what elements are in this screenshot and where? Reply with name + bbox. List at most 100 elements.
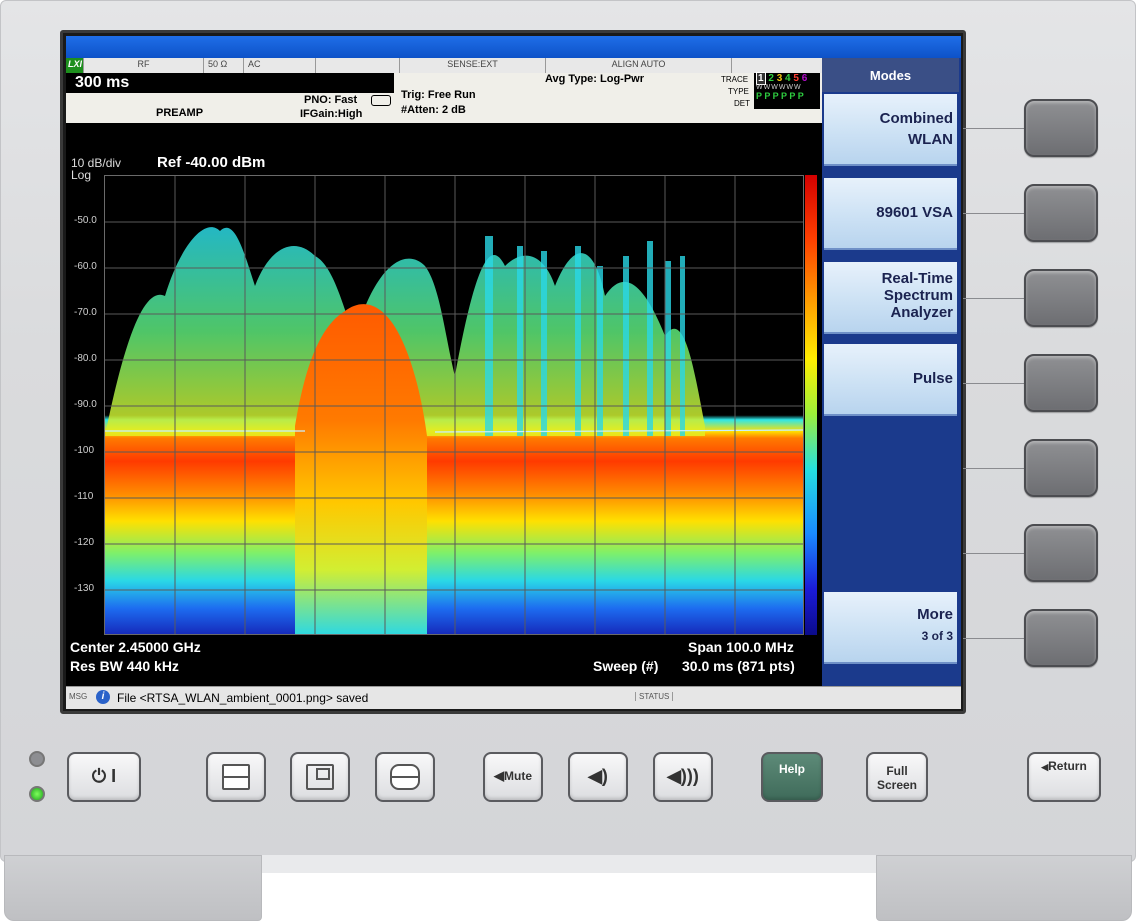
side-softkey-2[interactable] xyxy=(1024,184,1098,242)
speaker-mute-icon: ◀ xyxy=(494,768,504,783)
instrument-base xyxy=(262,855,876,873)
reference-level[interactable]: Ref -40.00 dBm xyxy=(157,154,265,171)
softkey-label: Spectrum xyxy=(883,287,953,304)
window-title-bar xyxy=(66,36,961,58)
softkey-label: Combined xyxy=(879,110,953,127)
softkey-connector xyxy=(963,553,1024,554)
y-tick: -120 xyxy=(74,537,95,548)
softkey-connector xyxy=(963,468,1024,469)
trace-label: TRACE xyxy=(721,75,749,84)
split-window-icon xyxy=(222,764,250,790)
resolution-bandwidth[interactable]: Res BW 440 kHz xyxy=(70,658,179,674)
power-icon: ⏻ I xyxy=(91,766,117,786)
softkey-realtime-spectrum-analyzer[interactable]: Real-Time Spectrum Analyzer xyxy=(824,262,957,334)
full-screen-button[interactable]: Full Screen xyxy=(866,752,928,802)
preamp-label: PREAMP xyxy=(156,107,204,119)
trace-3[interactable]: 3 xyxy=(777,73,783,84)
msg-label: MSG xyxy=(69,692,88,701)
softkey-menu: Modes Combined WLAN 89601 VSA Real-Time … xyxy=(822,58,961,686)
softkey-more[interactable]: More 3 of 3 xyxy=(824,592,957,664)
y-tick: -130 xyxy=(74,583,95,594)
volume-high-icon: ◀))) xyxy=(667,766,699,786)
status-label: STATUS xyxy=(635,692,674,701)
power-on-led xyxy=(29,786,45,802)
analyzer-screen: LXI RF 50 Ω AC SENSE:EXT ALIGN AUTO 300 … xyxy=(66,36,961,709)
spectrum-plot: 10 dB/div Log Ref -40.00 dBm -50.0 -60.0… xyxy=(66,123,822,686)
density-spectrogram xyxy=(105,176,803,634)
y-tick: -100 xyxy=(74,445,95,456)
measurement-info: 300 ms PREAMP PNO: Fast IFGain:High Trig… xyxy=(66,72,822,123)
span[interactable]: Span 100.0 MHz xyxy=(688,639,794,655)
atten-label: #Atten: 2 dB xyxy=(401,104,466,116)
type-label: TYPE xyxy=(728,87,749,96)
trigger-label: Trig: Free Run xyxy=(401,89,476,101)
side-softkey-7[interactable] xyxy=(1024,609,1098,667)
instrument-foot-right xyxy=(876,855,1132,921)
softkey-combined-wlan[interactable]: Combined WLAN xyxy=(824,94,957,166)
volume-up-button[interactable]: ◀))) xyxy=(653,752,713,802)
side-softkey-4[interactable] xyxy=(1024,354,1098,412)
mute-button[interactable]: ◀Mute xyxy=(483,752,543,802)
y-tick: -50.0 xyxy=(74,215,97,226)
status-row: LXI RF 50 Ω AC SENSE:EXT ALIGN AUTO xyxy=(66,58,822,73)
y-tick: -70.0 xyxy=(74,307,97,318)
softkey-89601-vsa[interactable]: 89601 VSA xyxy=(824,178,957,250)
softkey-connector xyxy=(963,383,1024,384)
next-window-button[interactable] xyxy=(375,752,435,802)
standby-led xyxy=(29,751,45,767)
density-color-scale xyxy=(805,175,817,635)
trace-5[interactable]: 5 xyxy=(793,73,799,84)
softkey-label: Analyzer xyxy=(890,304,953,321)
volume-low-icon: ◀) xyxy=(588,766,608,786)
sweep-time-readout[interactable]: 300 ms xyxy=(66,73,394,93)
side-softkey-5[interactable] xyxy=(1024,439,1098,497)
softkey-connector xyxy=(963,128,1024,129)
spectrum-density-display[interactable] xyxy=(104,175,804,635)
volume-down-button[interactable]: ◀) xyxy=(568,752,628,802)
instrument-foot-left xyxy=(4,855,262,921)
info-icon: i xyxy=(96,690,110,704)
mute-label: Mute xyxy=(504,769,532,783)
softkey-label: More xyxy=(917,606,953,623)
status-message: File <RTSA_WLAN_ambient_0001.png> saved xyxy=(117,691,369,705)
zoom-window-button[interactable] xyxy=(290,752,350,802)
split-view-button[interactable] xyxy=(206,752,266,802)
trace-2[interactable]: 2 xyxy=(768,73,774,84)
full-screen-label: Full xyxy=(886,764,908,778)
softkey-label: 89601 VSA xyxy=(876,204,953,221)
full-screen-label: Screen xyxy=(876,778,918,792)
align-label: ALIGN AUTO xyxy=(546,58,732,73)
rf-input-label: RF xyxy=(84,58,204,73)
return-button[interactable]: ◀Return xyxy=(1027,752,1101,802)
softkey-label: Pulse xyxy=(912,370,953,387)
trace-type-values: WWWWWW xyxy=(756,84,802,91)
menu-title: Modes xyxy=(822,58,959,92)
trace-6[interactable]: 6 xyxy=(802,73,808,84)
y-tick: -90.0 xyxy=(74,399,97,410)
softkey-page-indicator: 3 of 3 xyxy=(921,629,953,643)
sweep-time-points[interactable]: 30.0 ms (871 pts) xyxy=(682,658,795,674)
trace-4[interactable]: 4 xyxy=(785,73,791,84)
pno-label: PNO: Fast xyxy=(304,94,358,106)
sweep-label: Sweep (#) xyxy=(593,658,659,674)
sense-label: SENSE:EXT xyxy=(400,58,546,73)
help-label: Help xyxy=(778,762,805,776)
center-frequency[interactable]: Center 2.45000 GHz xyxy=(70,639,201,655)
softkey-connector xyxy=(963,213,1024,214)
softkey-pulse[interactable]: Pulse xyxy=(824,344,957,416)
side-softkey-1[interactable] xyxy=(1024,99,1098,157)
softkey-connector xyxy=(963,298,1024,299)
detector-values: P P P P P P xyxy=(756,91,804,101)
side-softkey-3[interactable] xyxy=(1024,269,1098,327)
impedance-label: 50 Ω xyxy=(204,58,244,73)
softkey-connector xyxy=(963,638,1024,639)
lxi-logo: LXI xyxy=(66,58,84,73)
log-scale-label: Log xyxy=(71,168,92,182)
trace-indicator: 1 2 3 4 5 6 WWWWWW P P P P P P xyxy=(754,72,820,109)
help-button[interactable]: Help xyxy=(761,752,823,802)
power-button[interactable]: ⏻ I xyxy=(67,752,141,802)
side-softkey-6[interactable] xyxy=(1024,524,1098,582)
coupling-label: AC xyxy=(244,58,316,73)
video-icon xyxy=(371,95,391,106)
det-label: DET xyxy=(734,99,750,108)
